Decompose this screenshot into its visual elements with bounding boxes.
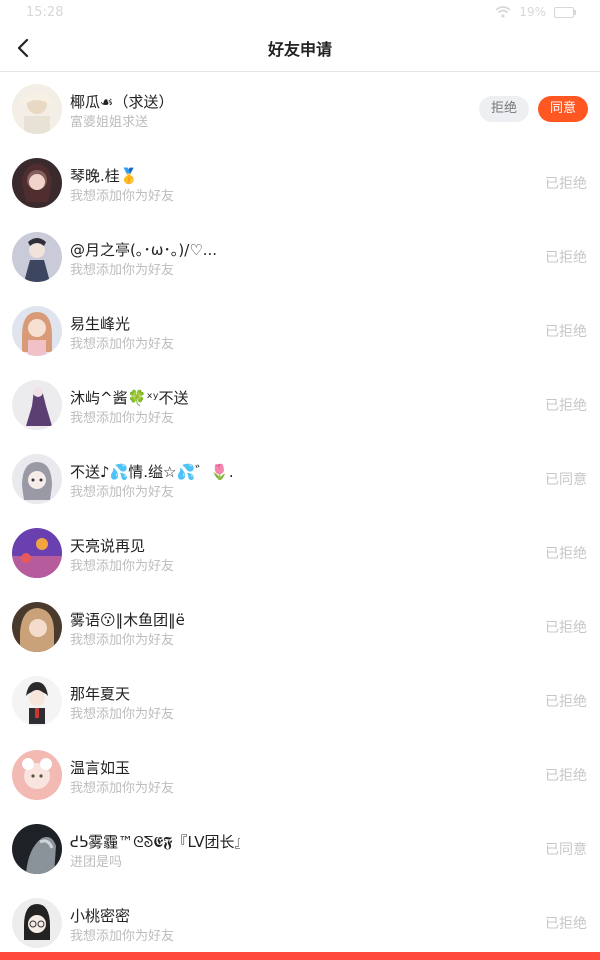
- request-message: 我想添加你为好友: [70, 337, 175, 352]
- requester-name: ᕍᕊ雾霾™ᘓᘕ𝕰𝕱『LV团长』: [70, 833, 240, 851]
- avatar[interactable]: [12, 454, 62, 504]
- request-row[interactable]: 小桃密密 我想添加你为好友 已拒绝: [0, 886, 600, 960]
- request-row[interactable]: 琴晚.桂🥇 我想添加你为好友 已拒绝: [0, 146, 600, 220]
- avatar[interactable]: [12, 602, 62, 652]
- status-bar: 15:28 19%: [0, 0, 600, 26]
- request-message: 我想添加你为好友: [70, 633, 175, 648]
- requester-name: 小桃密密: [70, 907, 131, 925]
- request-row[interactable]: 温言如玉 我想添加你为好友 已拒绝: [0, 738, 600, 812]
- requester-name: 易生峰光: [70, 315, 131, 333]
- requester-name: 温言如玉: [70, 759, 131, 777]
- request-row[interactable]: 雾语😗‖木鱼团‖ë 我想添加你为好友 已拒绝: [0, 590, 600, 664]
- request-message: 我想添加你为好友: [70, 781, 175, 796]
- reject-button[interactable]: 拒绝: [479, 96, 529, 122]
- request-status: 已拒绝: [545, 768, 587, 784]
- request-status: 已拒绝: [545, 620, 587, 636]
- request-row[interactable]: 那年夏天 我想添加你为好友 已拒绝: [0, 664, 600, 738]
- request-status: 已同意: [545, 472, 587, 488]
- avatar[interactable]: [12, 528, 62, 578]
- request-message: 进团是吗: [70, 855, 123, 870]
- status-indicators: 19%: [495, 5, 576, 19]
- requester-name: 不送♪💦情.缢☆💦゛🌷.: [70, 463, 234, 481]
- requester-name: 雾语😗‖木鱼团‖ë: [70, 611, 185, 629]
- request-status: 已拒绝: [545, 916, 587, 932]
- avatar[interactable]: [12, 750, 62, 800]
- status-time: 15:28: [26, 5, 64, 20]
- request-row[interactable]: 易生峰光 我想添加你为好友 已拒绝: [0, 294, 600, 368]
- avatar[interactable]: [12, 158, 62, 208]
- request-message: 我想添加你为好友: [70, 411, 175, 426]
- request-status: 已拒绝: [545, 324, 587, 340]
- avatar[interactable]: [12, 232, 62, 282]
- request-status: 已拒绝: [545, 176, 587, 192]
- request-row[interactable]: 天亮说再见 我想添加你为好友 已拒绝: [0, 516, 600, 590]
- accept-button[interactable]: 同意: [538, 96, 588, 122]
- request-message: 我想添加你为好友: [70, 929, 175, 944]
- request-status: 已同意: [545, 842, 587, 858]
- page-title: 好友申请: [267, 40, 332, 59]
- requester-name: 椰瓜☙（求送）: [70, 93, 174, 111]
- request-row[interactable]: @月之亭(｡･ω･｡)/♡... 我想添加你为好友 已拒绝: [0, 220, 600, 294]
- avatar[interactable]: [12, 306, 62, 356]
- friend-request-list: 椰瓜☙（求送） 富婆姐姐求送 拒绝 同意 琴晚.桂🥇 我想添加你为好友 已拒绝 …: [0, 72, 600, 960]
- avatar[interactable]: [12, 676, 62, 726]
- request-status: 已拒绝: [545, 398, 587, 414]
- avatar[interactable]: [12, 84, 62, 134]
- request-status: 已拒绝: [545, 694, 587, 710]
- request-message: 富婆姐姐求送: [70, 115, 149, 130]
- header: 好友申请: [0, 26, 600, 72]
- request-status: 已拒绝: [545, 546, 587, 562]
- avatar[interactable]: [12, 898, 62, 948]
- battery-icon: [554, 6, 576, 18]
- requester-name: 琴晚.桂🥇: [70, 167, 139, 185]
- request-status: 已拒绝: [545, 250, 587, 266]
- requester-name: 沐屿^酱🍀ˣʸ不送: [70, 389, 189, 407]
- requester-name: 那年夏天: [70, 685, 131, 703]
- request-message: 我想添加你为好友: [70, 485, 175, 500]
- request-row[interactable]: 沐屿^酱🍀ˣʸ不送 我想添加你为好友 已拒绝: [0, 368, 600, 442]
- bottom-accent-bar: [0, 952, 600, 960]
- request-message: 我想添加你为好友: [70, 707, 175, 722]
- request-message: 我想添加你为好友: [70, 189, 175, 204]
- requester-name: @月之亭(｡･ω･｡)/♡...: [70, 241, 218, 259]
- request-row[interactable]: ᕍᕊ雾霾™ᘓᘕ𝕰𝕱『LV团长』 进团是吗 已同意: [0, 812, 600, 886]
- request-row[interactable]: 不送♪💦情.缢☆💦゛🌷. 我想添加你为好友 已同意: [0, 442, 600, 516]
- battery-percent: 19%: [519, 5, 546, 19]
- request-message: 我想添加你为好友: [70, 559, 175, 574]
- avatar[interactable]: [12, 824, 62, 874]
- request-message: 我想添加你为好友: [70, 263, 175, 278]
- requester-name: 天亮说再见: [70, 537, 146, 555]
- request-row-pending[interactable]: 椰瓜☙（求送） 富婆姐姐求送 拒绝 同意: [0, 72, 600, 146]
- avatar[interactable]: [12, 380, 62, 430]
- wifi-icon: [495, 6, 511, 18]
